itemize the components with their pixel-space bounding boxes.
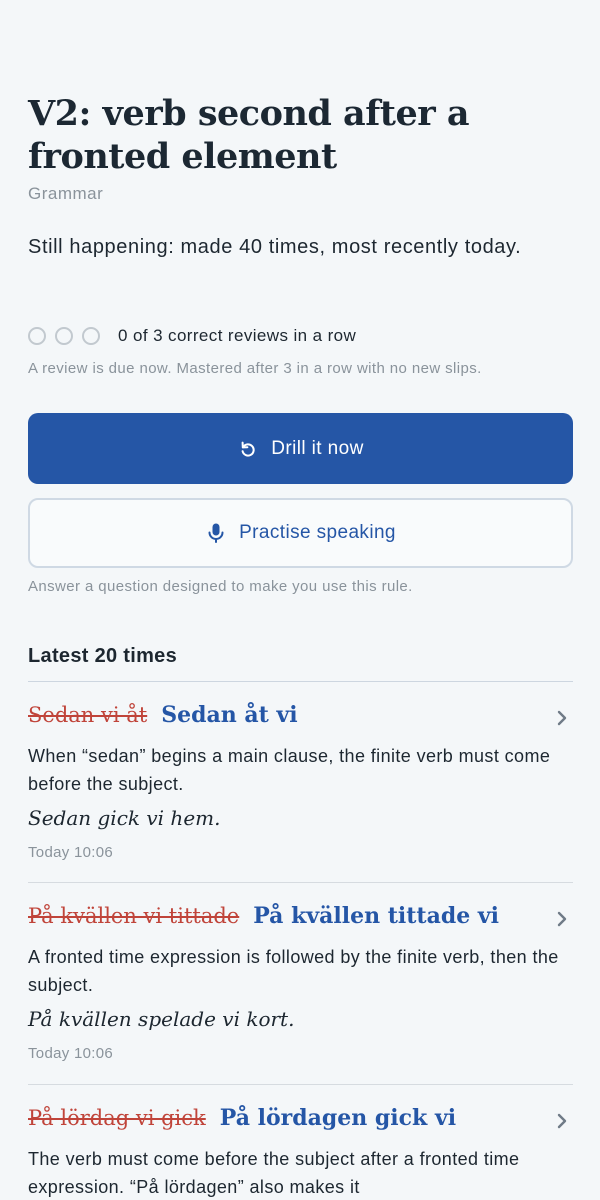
page-title: V2: verb second after a fronted element — [28, 93, 470, 177]
progress-dot-3 — [82, 327, 100, 345]
chevron-right-icon[interactable] — [551, 907, 573, 931]
correction-pair: På kvällen vi tittade På kvällen tittade… — [28, 903, 499, 935]
correction-pair: Sedan vi åt Sedan åt vi — [28, 702, 298, 734]
entry-divider — [28, 882, 573, 883]
history-entry[interactable]: På kvällen vi tittade På kvällen tittade… — [28, 903, 573, 1063]
speaking-hint: Answer a question designed to make you u… — [28, 578, 413, 595]
drill-button-label: Drill it now — [271, 437, 364, 459]
entry-example: På kvällen spelade vi kort. — [28, 1007, 295, 1031]
entry-divider — [28, 1084, 573, 1085]
history-title: Latest 20 times — [28, 645, 178, 667]
practise-speaking-button[interactable]: Practise speaking — [28, 498, 573, 568]
practise-speaking-label: Practise speaking — [239, 522, 396, 543]
history-divider — [28, 681, 573, 682]
drill-button[interactable]: Drill it now — [28, 413, 573, 484]
entry-example: Sedan gick vi hem. — [28, 806, 221, 830]
review-progress: 0 of 3 correct reviews in a row — [28, 324, 356, 348]
review-hint: A review is due now. Mastered after 3 in… — [28, 360, 482, 377]
progress-dot-2 — [55, 327, 73, 345]
wrong-phrase: På kvällen vi tittade — [28, 904, 240, 928]
status-text: Still happening: made 40 times, most rec… — [28, 236, 522, 258]
progress-dot-1 — [28, 327, 46, 345]
corrected-phrase: På lördagen gick vi — [219, 1105, 457, 1131]
corrected-phrase: På kvällen tittade vi — [253, 903, 500, 929]
category-label: Grammar — [28, 184, 104, 203]
entry-timestamp: Today 10:06 — [28, 1045, 114, 1062]
entry-timestamp: Today 10:06 — [28, 844, 114, 861]
correction-pair: På lördag vi gick På lördagen gick vi — [28, 1105, 456, 1137]
entry-explanation: The verb must come before the subject af… — [28, 1149, 520, 1197]
wrong-phrase: Sedan vi åt — [28, 703, 148, 727]
entry-explanation: A fronted time expression is followed by… — [28, 947, 559, 995]
refresh-icon — [237, 438, 259, 460]
entry-explanation: When “sedan” begins a main clause, the f… — [28, 746, 551, 794]
microphone-icon — [205, 522, 227, 544]
corrected-phrase: Sedan åt vi — [161, 702, 298, 728]
chevron-right-icon[interactable] — [551, 1109, 573, 1133]
chevron-right-icon[interactable] — [551, 706, 573, 730]
history-entry[interactable]: På lördag vi gick På lördagen gick vi Th… — [28, 1105, 573, 1200]
progress-text: 0 of 3 correct reviews in a row — [118, 326, 357, 345]
history-entry[interactable]: Sedan vi åt Sedan åt vi When “sedan” beg… — [28, 702, 573, 862]
wrong-phrase: På lördag vi gick — [28, 1106, 206, 1130]
